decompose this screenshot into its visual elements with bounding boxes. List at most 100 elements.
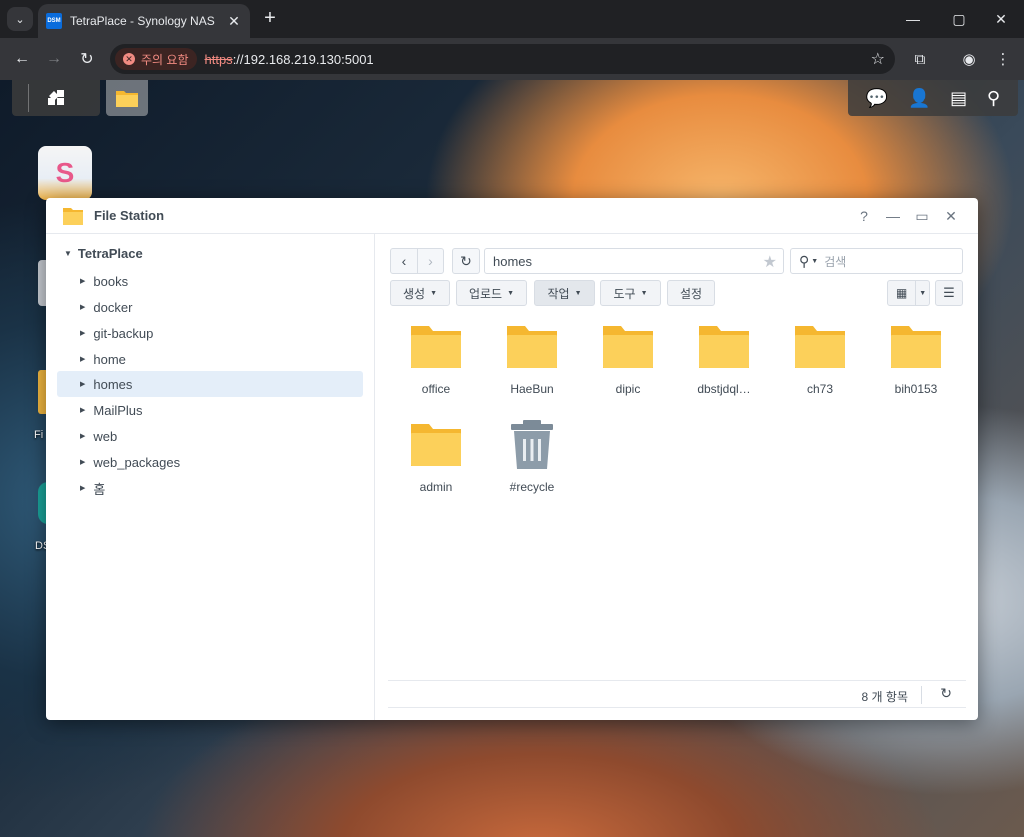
tree-item-git-backup[interactable]: ▶ git-backup [57,320,363,346]
forward-button[interactable]: › [417,249,443,273]
file-item-folder[interactable]: HaeBun [484,316,580,412]
action-button[interactable]: 작업 ▼ [534,280,595,306]
search-dropdown-icon[interactable]: ▼ [811,258,818,265]
taskbar-file-station-button[interactable] [106,80,148,116]
file-item-folder[interactable]: admin [388,414,484,510]
desktop-app-icon-s[interactable]: S [38,146,92,200]
url-text: https://192.168.219.130:5001 [205,52,374,67]
caret-down-icon[interactable]: ▼ [64,249,72,258]
folder-icon [889,320,943,374]
tree-item-label: MailPlus [93,402,143,418]
tree-item-docker[interactable]: ▶ docker [57,294,363,320]
create-button[interactable]: 생성 ▼ [390,280,450,306]
tools-button[interactable]: 도구 ▼ [600,280,661,306]
sort-icon: ☰ [943,285,955,300]
warning-icon: ✕ [123,53,135,65]
caret-right-icon[interactable]: ▶ [80,329,85,337]
tab-search-button[interactable]: ⌄ [7,7,33,31]
caret-right-icon[interactable]: ▶ [80,303,85,311]
file-item-folder[interactable]: dipic [580,316,676,412]
forward-arrow-icon[interactable]: → [40,46,68,72]
caret-right-icon[interactable]: ▶ [80,380,85,388]
tree-item-label: home [93,351,126,367]
address-bar[interactable]: ✕ 주의 요함 https://192.168.219.130:5001 ☆ [110,44,895,74]
back-arrow-icon[interactable]: ← [8,46,36,72]
search-input[interactable]: ⚲ ▼ 검색 [790,248,963,274]
caret-right-icon[interactable]: ▶ [80,458,85,466]
extensions-icon[interactable]: ⧉ [907,46,933,72]
maximize-button[interactable]: ▭ [912,206,932,226]
browser-tab[interactable]: DSM TetraPlace - Synology NAS ✕ [38,4,250,38]
grid-view-icon[interactable]: ▦ [888,281,915,305]
window-maximize-button[interactable]: ▢ [936,0,982,38]
folder-icon [505,320,559,374]
browser-tab-bar: ⌄ DSM TetraPlace - Synology NAS ✕ + — ▢ ✕ [0,0,1024,38]
settings-button[interactable]: 설정 [667,280,715,306]
security-warning-chip[interactable]: ✕ 주의 요함 [115,48,197,70]
upload-label: 업로드 [468,286,503,301]
url-host: ://192.168.219.130:5001 [232,51,374,67]
reload-icon[interactable]: ↻ [73,46,101,72]
new-tab-button[interactable]: + [258,8,282,30]
file-item-folder[interactable]: office [388,316,484,412]
caret-right-icon[interactable]: ▶ [80,355,85,363]
back-button[interactable]: ‹ [391,249,417,273]
create-label: 생성 [402,286,426,301]
file-name: #recycle [509,480,555,494]
file-name: ch73 [806,382,834,396]
file-browser-panel: ‹ › ↻ homes ★ ⚲ ▼ 검색 생성 ▼ 업로드 ▼ 작업 ▼ 도구 ▼ 설정… [376,234,978,720]
synology-favicon-icon: DSM [46,13,62,29]
search-icon[interactable]: ⚲ [987,88,1000,109]
chevron-down-icon[interactable]: ▼ [915,281,929,305]
refresh-button[interactable]: ↻ [453,249,479,273]
tree-item-web[interactable]: ▶ web [57,423,363,449]
path-field[interactable]: homes ★ [484,248,784,274]
widgets-icon[interactable]: ▤ [950,88,967,109]
file-item-recycle-bin[interactable]: #recycle [484,414,580,510]
status-refresh-icon[interactable]: ↻ [940,685,952,702]
file-item-folder[interactable]: dbstjdql… [676,316,772,412]
settings-label: 설정 [679,286,703,301]
tree-root-node[interactable]: ▼ TetraPlace [64,246,143,261]
file-item-folder[interactable]: bih0153 [868,316,964,412]
view-mode-button[interactable]: ▦ ▼ [887,280,930,306]
chat-icon[interactable]: 💬 [866,88,888,109]
tree-item-home-korean[interactable]: ▶ 홈 [57,475,363,501]
browser-menu-icon[interactable]: ⋮ [990,46,1016,72]
file-item-folder[interactable]: ch73 [772,316,868,412]
tree-item-label: docker [93,299,133,315]
window-minimize-button[interactable]: — [890,0,936,38]
desktop-label-file: Fi [34,429,44,441]
caret-right-icon[interactable]: ▶ [80,484,85,492]
caret-right-icon[interactable]: ▶ [80,277,85,285]
tree-item-homes[interactable]: ▶ homes [57,371,363,397]
caret-right-icon[interactable]: ▶ [80,432,85,440]
sort-button[interactable]: ☰ [935,280,963,306]
tab-close-icon[interactable]: ✕ [226,13,242,30]
minimize-button[interactable]: — [883,206,903,226]
caret-right-icon[interactable]: ▶ [80,406,85,414]
tree-item-label: 홈 [93,481,106,497]
tree-item-mailplus[interactable]: ▶ MailPlus [57,397,363,423]
folder-icon [409,418,463,472]
chevron-down-icon: ▼ [640,289,648,297]
window-titlebar[interactable]: File Station ? — ▭ ✕ [46,198,978,234]
tools-label: 도구 [613,286,636,301]
profile-icon[interactable]: ◉ [956,46,982,72]
help-button[interactable]: ? [854,206,874,226]
tree-item-web-packages[interactable]: ▶ web_packages [57,449,363,475]
status-divider [921,686,922,704]
tree-item-home[interactable]: ▶ home [57,346,363,372]
favorite-star-icon[interactable]: ★ [763,252,777,272]
file-name: bih0153 [894,382,938,396]
tree-item-label: git-backup [93,325,154,341]
tree-item-label: homes [93,376,133,392]
file-name: office [421,382,451,396]
dsm-taskbar-main-menu[interactable] [12,80,100,116]
window-close-button[interactable]: ✕ [978,0,1024,38]
bookmark-star-icon[interactable]: ☆ [871,49,885,69]
user-icon[interactable]: 👤 [908,88,930,109]
tree-item-books[interactable]: ▶ books [57,268,363,294]
close-button[interactable]: ✕ [941,206,961,226]
upload-button[interactable]: 업로드 ▼ [456,280,527,306]
